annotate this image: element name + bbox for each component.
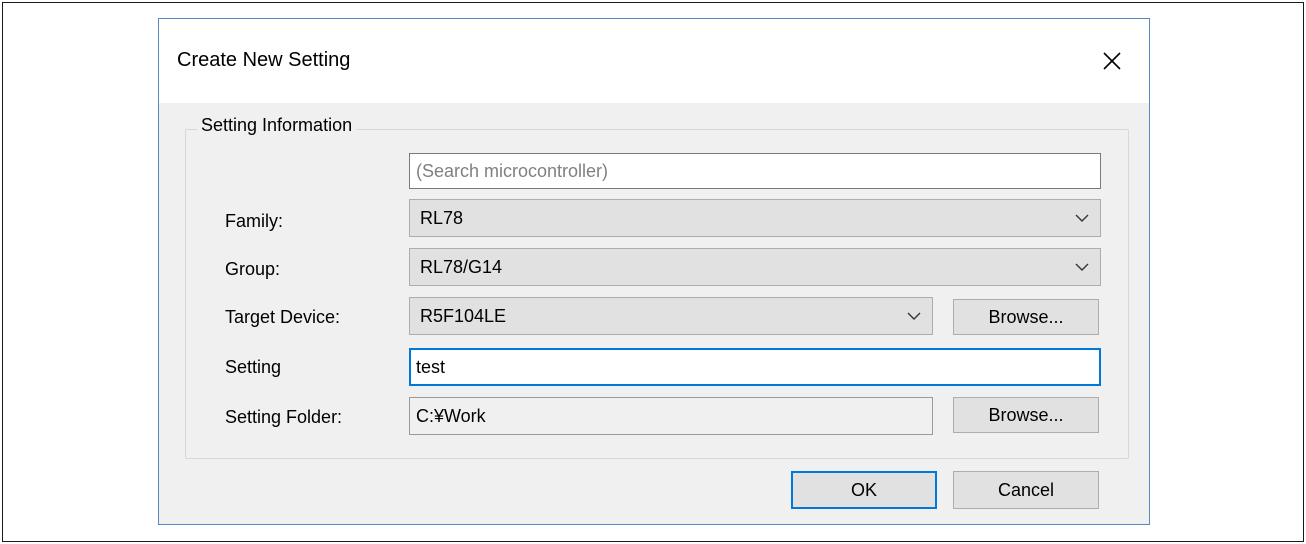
browse-setting-folder-button[interactable]: Browse... bbox=[953, 397, 1099, 433]
close-icon bbox=[1103, 52, 1121, 70]
group-select[interactable]: RL78/G14 bbox=[409, 248, 1101, 286]
create-new-setting-dialog: Create New Setting Setting Information (… bbox=[158, 18, 1150, 525]
close-button[interactable] bbox=[1089, 39, 1135, 83]
family-value: RL78 bbox=[420, 207, 464, 228]
dialog-title: Create New Setting bbox=[177, 49, 351, 71]
target-device-label: Target Device: bbox=[225, 307, 341, 327]
setting-name-input[interactable]: test bbox=[409, 348, 1101, 386]
chevron-down-icon bbox=[1075, 263, 1089, 271]
chevron-down-icon bbox=[907, 312, 921, 320]
cancel-button[interactable]: Cancel bbox=[953, 471, 1099, 509]
family-label: Family: bbox=[225, 211, 283, 231]
setting-label: Setting bbox=[225, 357, 282, 377]
ok-button[interactable]: OK bbox=[791, 471, 937, 509]
group-label: Group: bbox=[225, 259, 281, 279]
target-device-select[interactable]: R5F104LE bbox=[409, 297, 933, 335]
target-device-value: R5F104LE bbox=[420, 305, 507, 326]
setting-folder-label: Setting Folder: bbox=[225, 407, 343, 427]
browse-target-device-button[interactable]: Browse... bbox=[953, 299, 1099, 335]
setting-folder-input[interactable]: C:¥Work bbox=[409, 397, 933, 435]
title-bar: Create New Setting bbox=[159, 19, 1149, 103]
chevron-down-icon bbox=[1075, 214, 1089, 222]
group-legend: Setting Information bbox=[197, 115, 357, 136]
group-value: RL78/G14 bbox=[420, 256, 503, 277]
family-select[interactable]: RL78 bbox=[409, 199, 1101, 237]
search-microcontroller-input[interactable]: (Search microcontroller) bbox=[409, 153, 1101, 189]
